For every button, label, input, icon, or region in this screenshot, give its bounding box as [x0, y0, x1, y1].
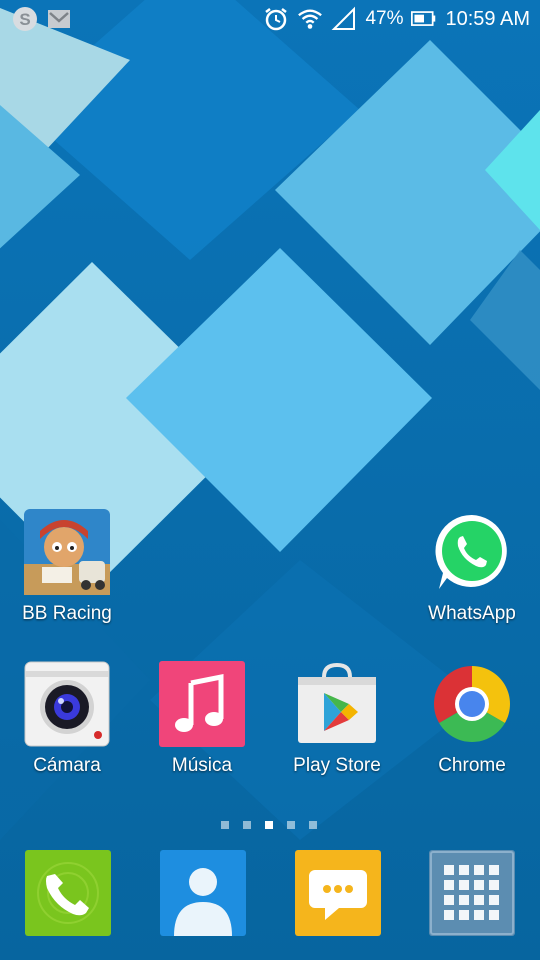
gmail-icon[interactable] [46, 6, 72, 32]
wallpaper [0, 0, 540, 960]
dock-phone[interactable] [25, 850, 111, 936]
clock: 10:59 AM [445, 7, 530, 30]
play-store-icon [294, 661, 380, 747]
app-bb-racing[interactable]: BB Racing [2, 509, 132, 625]
app-play-store[interactable]: Play Store [272, 661, 402, 777]
app-label: WhatsApp [428, 603, 516, 624]
app-label: BB Racing [22, 603, 112, 624]
app-label: Cámara [33, 755, 101, 776]
app-label: Play Store [293, 755, 381, 776]
chrome-icon [429, 661, 515, 747]
status-bar: S 47% 10:59 AM [0, 0, 540, 38]
app-musica[interactable]: Música [137, 661, 267, 777]
page-indicator [221, 821, 317, 829]
page-dot[interactable] [221, 821, 229, 829]
app-label: Música [171, 755, 233, 776]
app-label: Chrome [438, 755, 506, 776]
messages-icon [295, 850, 381, 936]
contacts-icon [160, 850, 246, 936]
bb-racing-icon [24, 509, 110, 595]
app-camara[interactable]: Cámara [2, 661, 132, 777]
app-drawer-icon [429, 850, 515, 936]
skype-icon[interactable]: S [12, 6, 38, 32]
battery-percent: 47% [365, 8, 404, 29]
dock-contacts[interactable] [160, 850, 246, 936]
dock-messages[interactable] [295, 850, 381, 936]
whatsapp-icon [429, 509, 515, 595]
app-chrome[interactable]: Chrome [407, 661, 537, 777]
battery-icon [411, 6, 437, 32]
camera-icon [24, 661, 110, 747]
dock-app-drawer[interactable] [429, 850, 515, 936]
app-whatsapp[interactable]: WhatsApp [407, 509, 537, 625]
music-icon [159, 661, 245, 747]
page-dot[interactable] [243, 821, 251, 829]
signal-icon [331, 6, 357, 32]
wifi-icon [297, 6, 323, 32]
svg-text:S: S [19, 10, 30, 29]
page-dot[interactable] [287, 821, 295, 829]
page-dot-active[interactable] [265, 821, 273, 829]
alarm-icon [263, 6, 289, 32]
page-dot[interactable] [309, 821, 317, 829]
phone-icon [25, 850, 111, 936]
